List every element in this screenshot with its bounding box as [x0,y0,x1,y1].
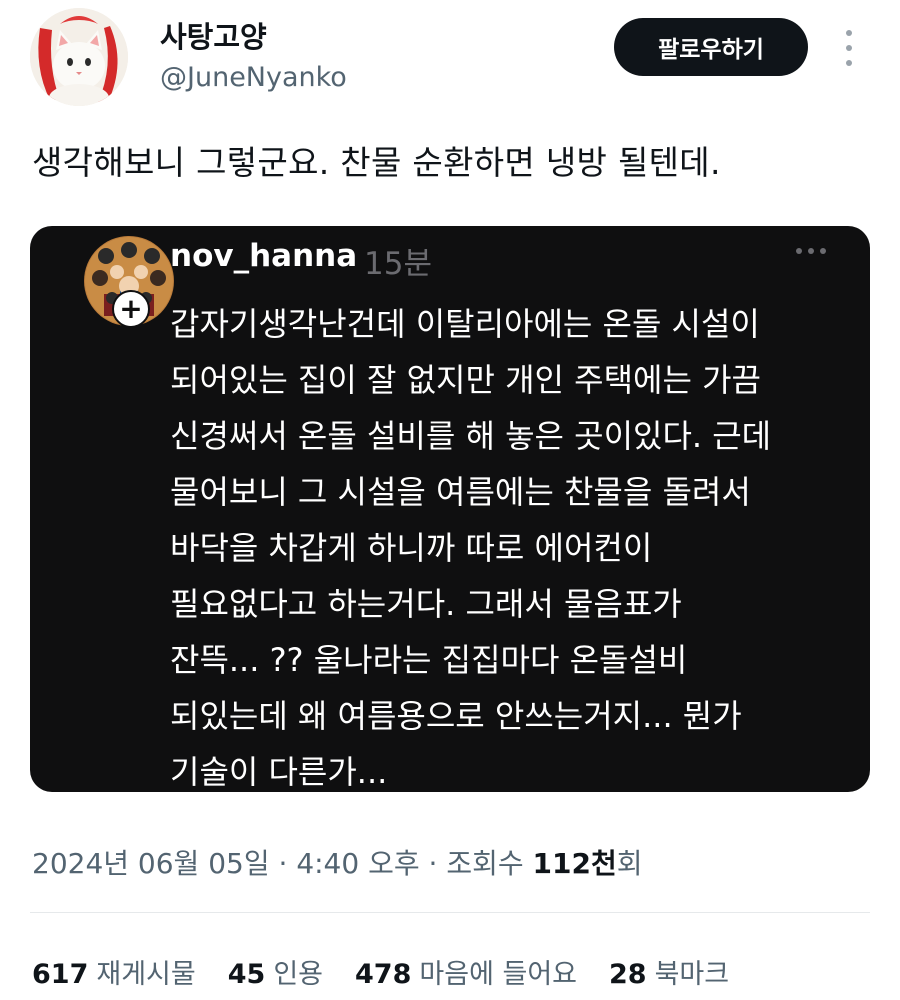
cat-avatar-icon [30,8,128,106]
like-count-value: 478 [355,959,412,990]
quote-body: 갑자기생각난건데 이탈리아에는 온돌 시설이 되어있는 집이 잘 없지만 개인 … [170,296,830,792]
quote-line: 물어보니 그 시설을 여름에는 찬물을 돌려서 [170,473,751,511]
quoted-post[interactable]: + nov_hanna 15분 갑자기생각난건데 이탈리아에는 온돌 시설이 되… [30,226,870,792]
views-label: 조회수 [446,847,533,880]
quote-line: 되어있는 집이 잘 없지만 개인 주택에는 가끔 [170,361,761,399]
quote-count-value: 45 [227,959,266,990]
bookmark-count[interactable]: 28 북마크 [609,952,729,991]
author-avatar[interactable] [30,8,128,106]
engagement-stats: 617 재게시물 45 인용 478 마음에 들어요 28 북마크 [32,952,729,991]
quote-line: 필요없다고 하는거다. 그래서 물음표가 [170,585,682,623]
quote-line: 신경써서 온돌 설비를 해 놓은 곳이있다. 근데 [170,417,772,455]
quote-line: 되있는데 왜 여름용으로 안쓰는거지... 뭔가 [170,697,742,735]
more-vertical-icon[interactable] [838,30,860,66]
follow-button[interactable]: 팔로우하기 [614,18,808,76]
quote-timestamp: 15분 [364,246,432,282]
meta-separator: · [269,847,297,880]
tweet-text: 생각해보니 그렇군요. 찬물 순환하면 냉방 될텐데. [32,143,721,182]
quote-line: 갑자기생각난건데 이탈리아에는 온돌 시설이 [170,305,760,343]
bookmark-count-value: 28 [609,959,647,990]
like-label: 마음에 들어요 [419,959,578,990]
author-handle[interactable]: @JuneNyanko [160,62,347,93]
views-count: 112천 [532,847,617,880]
views-suffix: 회 [616,847,643,880]
more-horizontal-icon[interactable] [796,248,826,254]
post-date[interactable]: 2024년 06월 05일 [32,847,270,880]
post-meta: 2024년 06월 05일 · 4:40 오후 · 조회수 112천회 [32,842,643,882]
quote-line: 잔뜩... ?? 울나라는 집집마다 온돌설비 [170,641,688,679]
quote-label: 인용 [273,959,324,990]
quote-follow-plus-icon[interactable]: + [112,290,150,328]
meta-separator: · [419,847,447,880]
bookmark-label: 북마크 [654,959,730,990]
repost-count-value: 617 [32,959,89,990]
post-time[interactable]: 4:40 오후 [296,847,419,880]
author-display-name[interactable]: 사탕고양 [160,14,267,56]
quote-count[interactable]: 45 인용 [228,952,323,991]
quote-author-name[interactable]: nov_hanna [170,238,357,274]
like-count[interactable]: 478 마음에 들어요 [355,952,577,991]
divider [30,912,870,913]
quote-line: 바닥을 차갑게 하니까 따로 에어컨이 [170,529,653,567]
repost-label: 재게시물 [96,959,196,990]
quote-line: 기술이 다른가... [170,753,388,791]
repost-count[interactable]: 617 재게시물 [32,952,196,991]
